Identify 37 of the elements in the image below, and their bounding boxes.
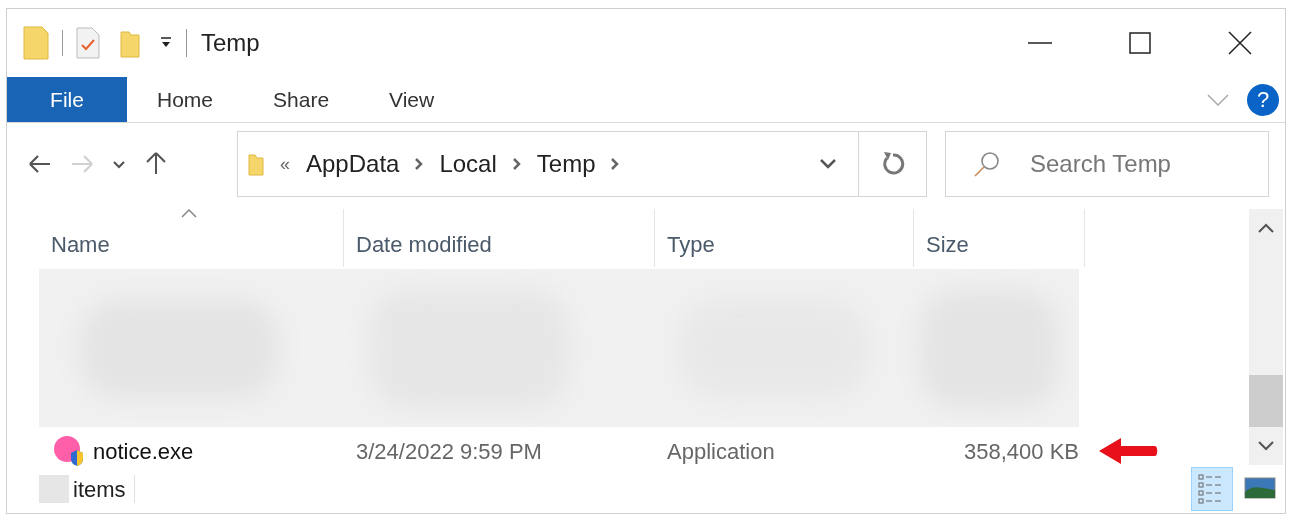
folder-icon	[248, 152, 264, 176]
breadcrumb[interactable]: Temp	[536, 146, 596, 182]
chevron-right-icon[interactable]	[611, 158, 620, 170]
chevron-right-icon[interactable]	[512, 158, 521, 170]
search-icon	[973, 150, 1001, 178]
minimize-icon	[1028, 42, 1052, 44]
ribbon-tab[interactable]: File	[7, 77, 127, 122]
breadcrumb[interactable]: Local	[439, 146, 497, 182]
scrollbar[interactable]	[1249, 209, 1283, 465]
chevron-right-icon[interactable]	[415, 158, 424, 170]
scroll-down-icon[interactable]	[1258, 441, 1274, 451]
file-name[interactable]: notice.exe	[93, 434, 194, 468]
column-header[interactable]: Name	[51, 228, 110, 261]
breadcrumb[interactable]: AppData	[306, 146, 400, 182]
column-header[interactable]: Date modified	[356, 228, 492, 261]
overflow-chevron[interactable]: «	[280, 150, 290, 178]
customize-dropdown-icon[interactable]	[160, 37, 172, 49]
maximize-icon	[1129, 32, 1151, 54]
column-header[interactable]: Size	[926, 228, 969, 261]
column-header[interactable]: Type	[667, 228, 715, 261]
folder-icon	[23, 26, 49, 60]
close-icon	[1228, 31, 1252, 55]
refresh-button[interactable]	[859, 131, 927, 197]
search-field[interactable]: Search Temp	[945, 131, 1269, 197]
dropdown-icon[interactable]	[820, 159, 836, 169]
table-cell-text: 358,400 KB	[963, 437, 1080, 466]
properties-icon[interactable]	[76, 27, 100, 59]
help-button[interactable]: ?	[1247, 83, 1279, 116]
window-title: Temp	[201, 28, 260, 58]
table-cell-text: 3/24/2022 9:59 PM	[355, 437, 543, 466]
app-icon	[53, 435, 85, 467]
scroll-thumb[interactable]	[1249, 375, 1283, 427]
status-text: items	[73, 475, 126, 504]
refresh-icon	[880, 151, 905, 177]
table-cell-text: Application	[666, 437, 776, 466]
blurred-count	[39, 475, 69, 503]
scroll-up-icon[interactable]	[1258, 223, 1274, 233]
